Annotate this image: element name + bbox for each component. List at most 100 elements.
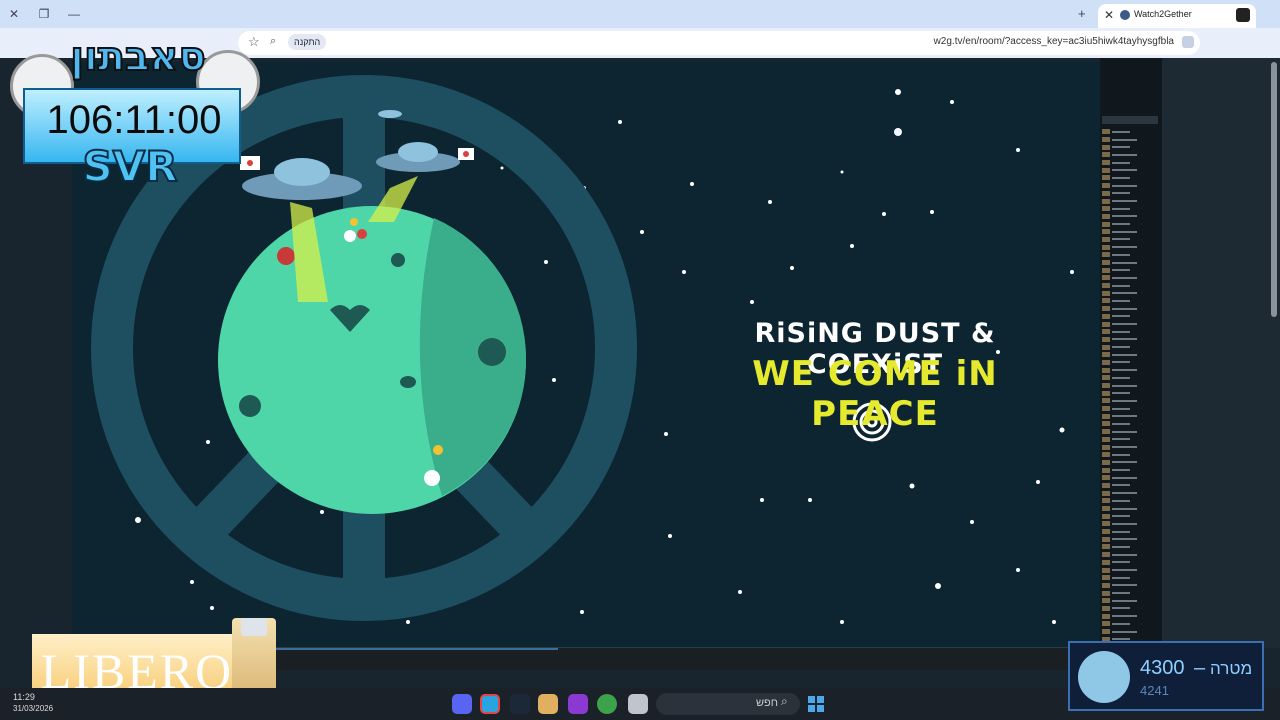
playlist-item[interactable] — [1102, 597, 1158, 605]
playlist-item[interactable] — [1102, 443, 1158, 451]
playlist-item[interactable] — [1102, 243, 1158, 251]
playlist-item[interactable] — [1102, 505, 1158, 513]
file-explorer-icon[interactable] — [628, 694, 648, 714]
discord-icon[interactable] — [452, 694, 472, 714]
taskbar-search-label[interactable]: חפש — [756, 697, 778, 709]
page-scrollbar[interactable] — [1271, 62, 1277, 317]
playlist-thumbnail — [1102, 613, 1110, 619]
playlist-item[interactable] — [1102, 182, 1158, 190]
playlist-item[interactable] — [1102, 397, 1158, 405]
playlist-item[interactable] — [1102, 282, 1158, 290]
playlist-item[interactable] — [1102, 405, 1158, 413]
playlist-item[interactable] — [1102, 466, 1158, 474]
playlist-item[interactable] — [1102, 220, 1158, 228]
tab-bar: ✕ ❐ — + ✕ Watch2Gether — [0, 0, 1280, 28]
playlist-item[interactable] — [1102, 489, 1158, 497]
playlist-item[interactable] — [1102, 197, 1158, 205]
install-app-button[interactable]: התקנה — [288, 34, 327, 50]
windows-start-icon[interactable] — [808, 696, 824, 712]
playlist-item[interactable] — [1102, 320, 1158, 328]
playlist-item[interactable] — [1102, 236, 1158, 244]
playlist-item[interactable] — [1102, 151, 1158, 159]
playlist-item[interactable] — [1102, 328, 1158, 336]
playlist-item[interactable] — [1102, 628, 1158, 636]
playlist-thumbnail — [1102, 167, 1110, 173]
playlist-item[interactable] — [1102, 289, 1158, 297]
playlist-item-title — [1112, 169, 1137, 172]
search-icon[interactable]: ⌕ — [270, 35, 276, 48]
search-icon[interactable]: ⌕ — [781, 694, 788, 709]
playlist-item[interactable] — [1102, 551, 1158, 559]
playlist-item-title — [1112, 522, 1137, 525]
playlist-item[interactable] — [1102, 412, 1158, 420]
obs-icon[interactable] — [568, 694, 588, 714]
playlist-item[interactable] — [1102, 605, 1158, 613]
playlist-thumbnail — [1102, 490, 1110, 496]
playlist-item[interactable] — [1102, 428, 1158, 436]
minimize-window-icon[interactable]: — — [66, 6, 82, 22]
playlist-item[interactable] — [1102, 451, 1158, 459]
chrome-icon[interactable] — [597, 694, 617, 714]
playlist-item[interactable] — [1102, 205, 1158, 213]
playlist-item[interactable] — [1102, 574, 1158, 582]
tab-watch2gether[interactable]: ✕ Watch2Gether — [1098, 4, 1256, 28]
playlist-thumbnail — [1102, 306, 1110, 312]
playlist-item[interactable] — [1102, 128, 1158, 136]
playlist-item[interactable] — [1102, 143, 1158, 151]
playlist-item[interactable] — [1102, 251, 1158, 259]
close-window-icon[interactable]: ✕ — [6, 6, 22, 22]
playlist-item[interactable] — [1102, 474, 1158, 482]
playlist-item[interactable] — [1102, 497, 1158, 505]
playlist-item[interactable] — [1102, 520, 1158, 528]
telegram-icon[interactable] — [480, 694, 500, 714]
url-text[interactable]: w2g.tv/en/room/?access_key=ac3iu5hiwk4ta… — [934, 36, 1174, 47]
playlist-item[interactable] — [1102, 559, 1158, 567]
playlist-item[interactable] — [1102, 136, 1158, 144]
address-bar[interactable]: ☆ ⌕ התקנה w2g.tv/en/room/?access_key=ac3… — [238, 31, 1200, 55]
taskbar-search-box[interactable] — [656, 693, 800, 715]
playlist-item[interactable] — [1102, 190, 1158, 198]
playlist-item[interactable] — [1102, 589, 1158, 597]
playlist-item[interactable] — [1102, 512, 1158, 520]
playlist-item[interactable] — [1102, 228, 1158, 236]
site-settings-icon[interactable] — [1182, 36, 1194, 48]
playlist-item[interactable] — [1102, 528, 1158, 536]
playlist-item[interactable] — [1102, 305, 1158, 313]
extension-icon[interactable] — [1236, 8, 1250, 22]
app-icon[interactable] — [538, 694, 558, 714]
playlist-item[interactable] — [1102, 297, 1158, 305]
playlist-item[interactable] — [1102, 213, 1158, 221]
playlist-item[interactable] — [1102, 351, 1158, 359]
playlist-item[interactable] — [1102, 566, 1158, 574]
playlist-item[interactable] — [1102, 389, 1158, 397]
playlist-item[interactable] — [1102, 159, 1158, 167]
playlist-item[interactable] — [1102, 420, 1158, 428]
bookmark-star-icon[interactable]: ☆ — [248, 34, 260, 50]
playlist-item[interactable] — [1102, 620, 1158, 628]
playlist-item[interactable] — [1102, 482, 1158, 490]
playlist-item[interactable] — [1102, 266, 1158, 274]
playlist-item[interactable] — [1102, 259, 1158, 267]
steam-icon[interactable] — [510, 694, 530, 714]
playlist-item[interactable] — [1102, 543, 1158, 551]
playlist-item[interactable] — [1102, 359, 1158, 367]
playlist-item[interactable] — [1102, 313, 1158, 321]
playlist-item[interactable] — [1102, 366, 1158, 374]
new-tab-button[interactable]: + — [1078, 6, 1086, 21]
playlist-item[interactable] — [1102, 382, 1158, 390]
playlist-item[interactable] — [1102, 582, 1158, 590]
playlist-item[interactable] — [1102, 436, 1158, 444]
playlist-item[interactable] — [1102, 336, 1158, 344]
playlist-item[interactable] — [1102, 343, 1158, 351]
playlist-item[interactable] — [1102, 274, 1158, 282]
restore-window-icon[interactable]: ❐ — [36, 6, 52, 22]
playlist-thumbnail — [1102, 267, 1110, 273]
playlist-item[interactable] — [1102, 535, 1158, 543]
playlist-item[interactable] — [1102, 374, 1158, 382]
playlist-item[interactable] — [1102, 612, 1158, 620]
playlist-item[interactable] — [1102, 459, 1158, 467]
playlist-item[interactable] — [1102, 174, 1158, 182]
goal-total: 4241 — [1140, 683, 1169, 698]
close-tab-icon[interactable]: ✕ — [1104, 8, 1114, 22]
playlist-item[interactable] — [1102, 166, 1158, 174]
